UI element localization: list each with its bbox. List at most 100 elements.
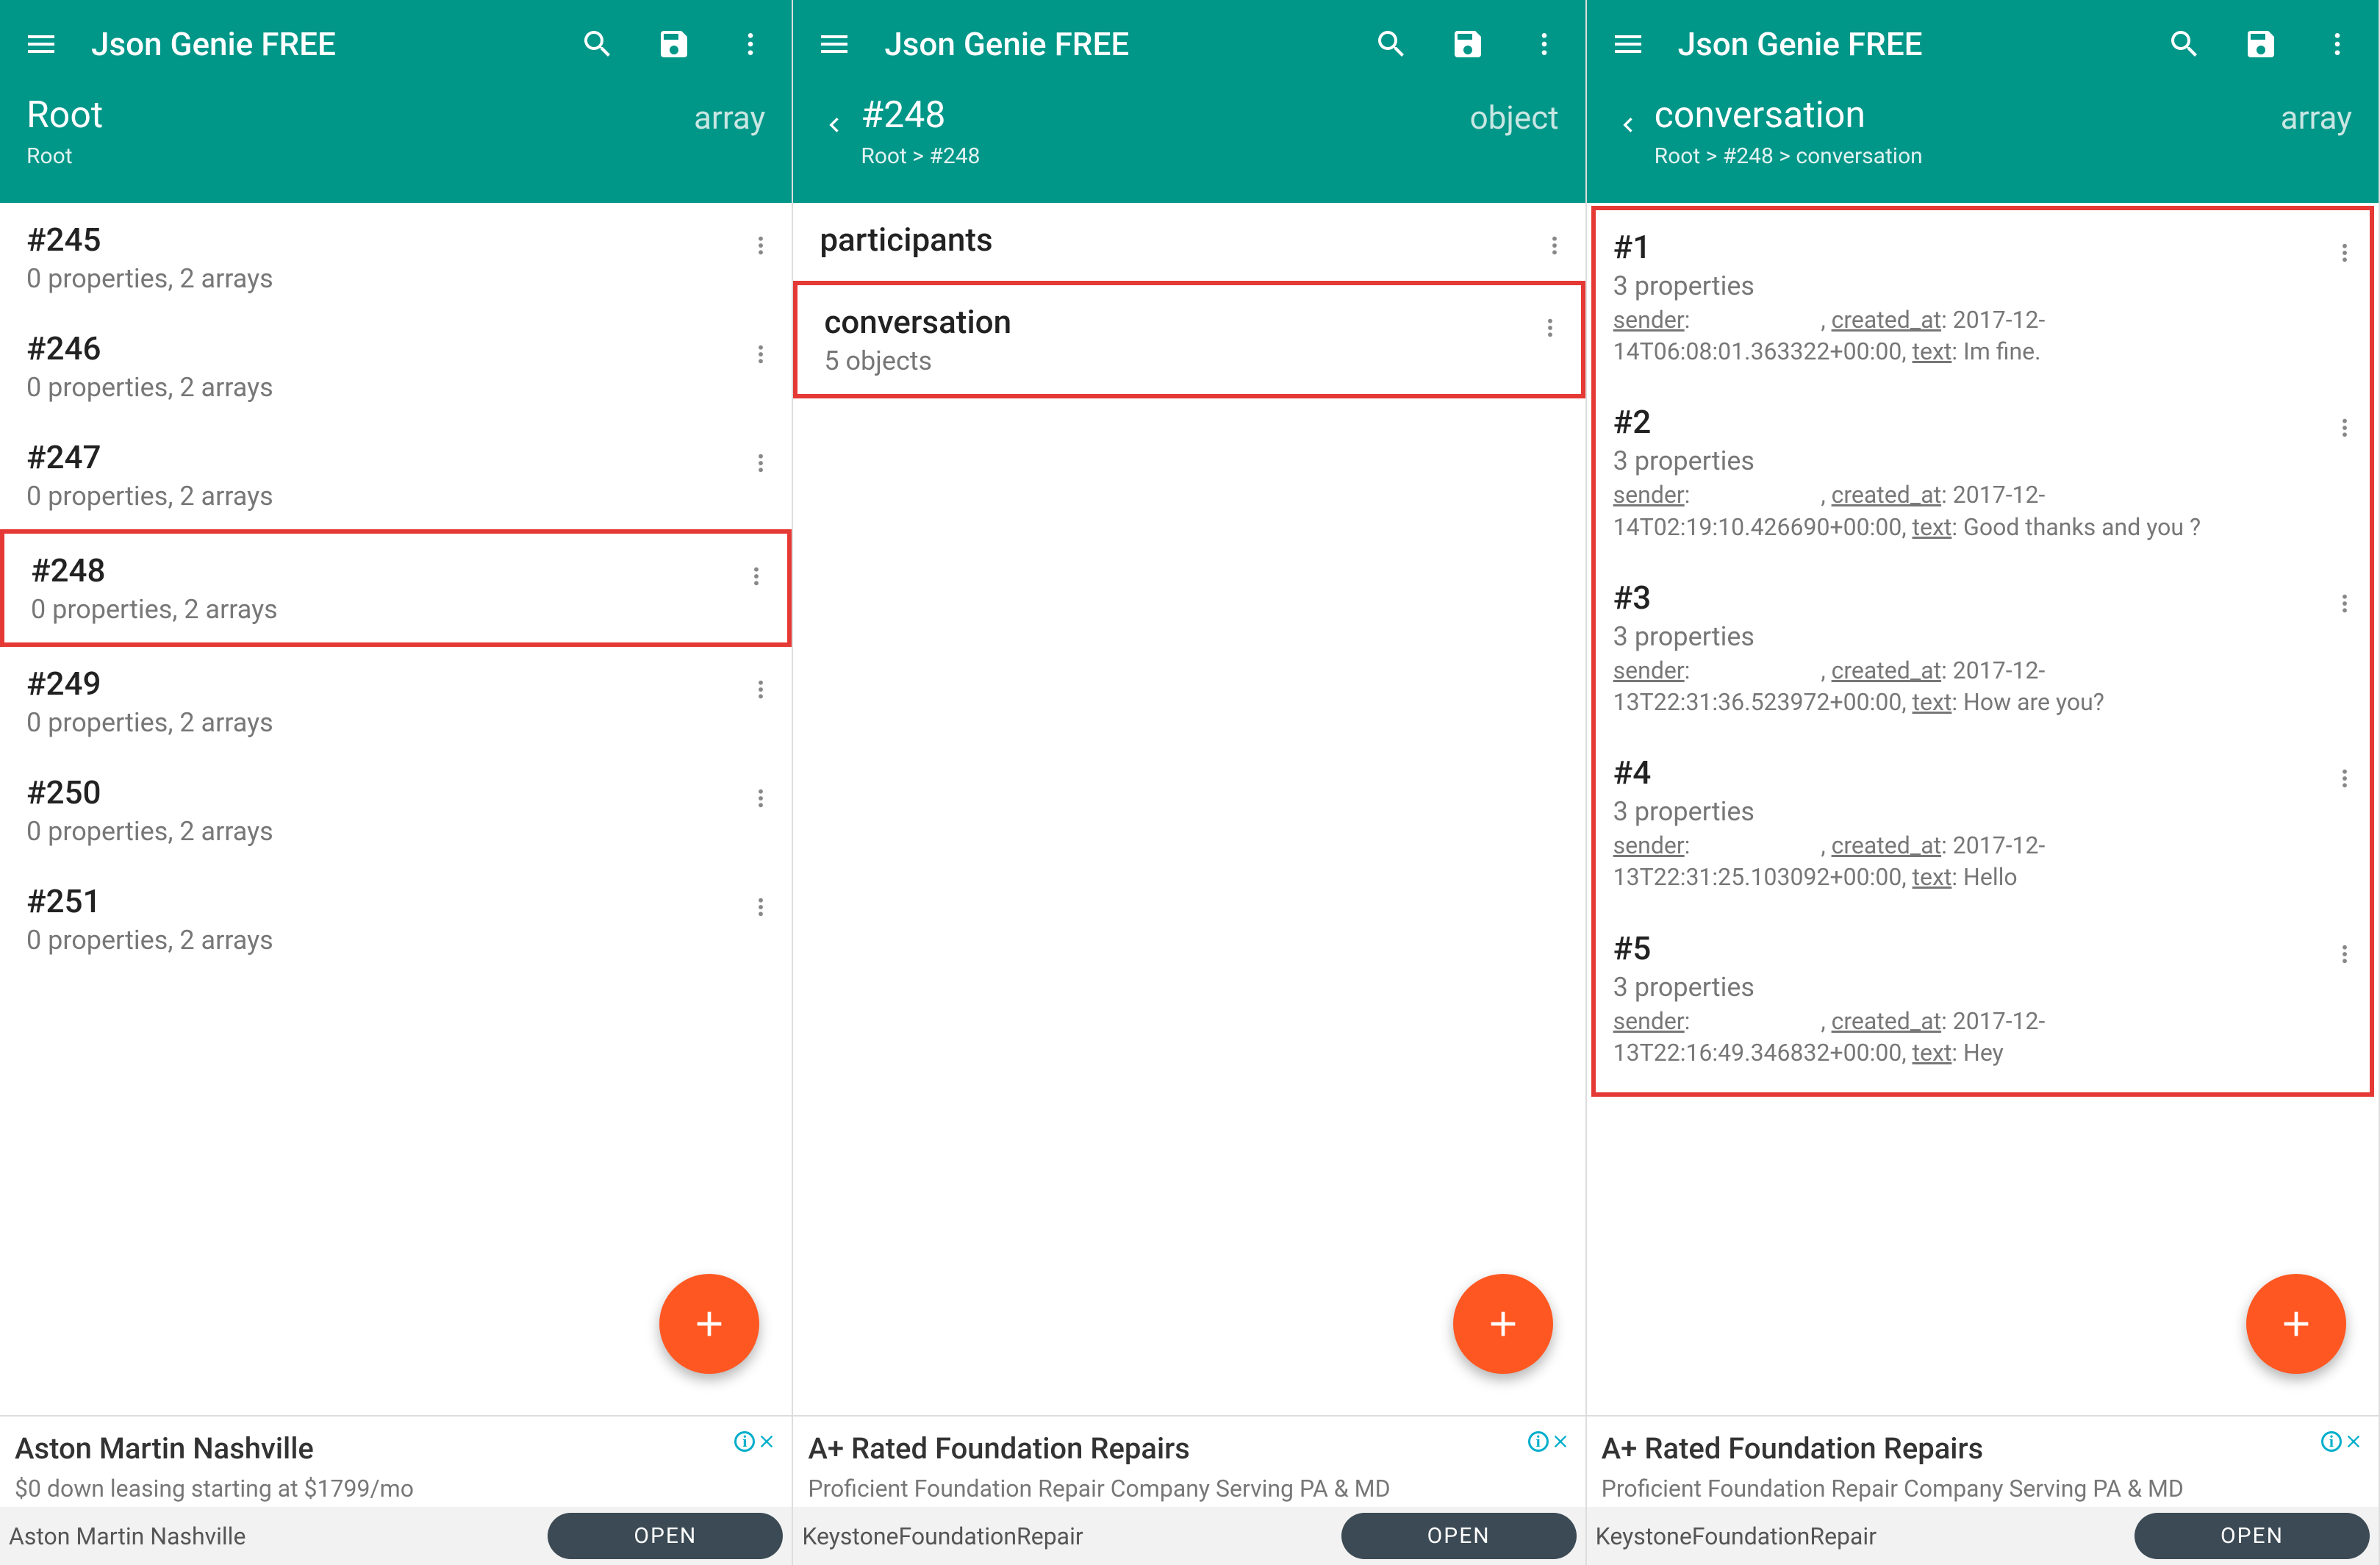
fab-add[interactable] (1453, 1274, 1553, 1374)
ad-close-icon[interactable] (756, 1431, 777, 1452)
item-overflow-icon[interactable] (745, 221, 777, 257)
item-detail: sender: , created_at: 2017-12-13T22:16:4… (1613, 1006, 2320, 1069)
app-title: Json Genie FREE (1678, 25, 2135, 63)
item-detail: sender: , created_at: 2017-12-13T22:31:3… (1613, 655, 2320, 718)
item-subtitle: 3 properties (1613, 445, 2320, 476)
type-label: array (694, 99, 765, 137)
app-bar: Json Genie FREE (0, 0, 792, 88)
item-subtitle: 0 properties, 2 arrays (26, 816, 736, 847)
ad-info-icon[interactable]: i (1528, 1431, 1549, 1452)
item-overflow-icon[interactable] (1534, 303, 1566, 340)
item-title: #5 (1613, 929, 2320, 967)
fab-add[interactable] (2246, 1274, 2346, 1374)
ad-advertiser: KeystoneFoundationRepair (1596, 1522, 2120, 1550)
item-overflow-icon[interactable] (2329, 579, 2361, 615)
list-item[interactable]: #33 propertiessender: , created_at: 2017… (1596, 561, 2370, 736)
content-list[interactable]: #13 propertiessender: , created_at: 2017… (1587, 203, 2379, 1415)
ad-advertiser: KeystoneFoundationRepair (802, 1522, 1326, 1550)
item-title: #251 (26, 882, 736, 920)
search-icon[interactable] (2164, 24, 2205, 65)
item-overflow-icon[interactable] (740, 551, 773, 588)
item-subtitle: 0 properties, 2 arrays (26, 481, 736, 512)
overflow-icon[interactable] (730, 24, 771, 65)
item-subtitle: 5 objects (824, 345, 1524, 376)
sub-header: #248 Root > #248 object (793, 88, 1585, 203)
item-subtitle: 3 properties (1613, 796, 2320, 827)
save-icon[interactable] (1447, 24, 1488, 65)
item-overflow-icon[interactable] (745, 329, 777, 366)
item-title: conversation (824, 303, 1524, 341)
item-subtitle: 0 properties, 2 arrays (26, 372, 736, 403)
list-item[interactable]: #250 0 properties, 2 arrays (0, 756, 792, 864)
menu-icon[interactable] (21, 24, 62, 65)
item-overflow-icon[interactable] (2329, 929, 2361, 966)
app-bar: Json Genie FREE (1587, 0, 2379, 88)
item-overflow-icon[interactable] (1538, 221, 1571, 257)
ad-close-icon[interactable] (1550, 1431, 1571, 1452)
ad-headline[interactable]: A+ Rated Foundation Repairs (1602, 1431, 2321, 1466)
item-overflow-icon[interactable] (2329, 403, 2361, 440)
overflow-icon[interactable] (2317, 24, 2358, 65)
list: #13 propertiessender: , created_at: 2017… (1596, 210, 2370, 1086)
app-bar: Json Genie FREE (793, 0, 1585, 88)
menu-icon[interactable] (814, 24, 855, 65)
list-item[interactable]: #13 propertiessender: , created_at: 2017… (1596, 210, 2370, 385)
list-item[interactable]: #53 propertiessender: , created_at: 2017… (1596, 912, 2370, 1086)
item-title: #250 (26, 773, 736, 812)
item-overflow-icon[interactable] (2329, 228, 2361, 265)
pane-root: Json Genie FREE Root Root array #2450 pr… (0, 0, 793, 1565)
content-list[interactable]: participants conversation 5 objects (793, 203, 1585, 1415)
ad-banner: A+ Rated Foundation Repairs Proficient F… (793, 1415, 1585, 1565)
ad-banner: Aston Martin Nashville $0 down leasing s… (0, 1415, 792, 1565)
ad-open-button[interactable]: OPEN (2135, 1513, 2370, 1559)
item-title: #2 (1613, 403, 2320, 441)
save-icon[interactable] (2240, 24, 2282, 65)
content-list[interactable]: #2450 properties, 2 arrays#2460 properti… (0, 203, 792, 1415)
item-overflow-icon[interactable] (745, 882, 777, 919)
ad-info-icon[interactable]: i (2321, 1431, 2342, 1452)
search-icon[interactable] (1371, 24, 1412, 65)
item-overflow-icon[interactable] (745, 438, 777, 475)
save-icon[interactable] (653, 24, 695, 65)
item-overflow-icon[interactable] (2329, 753, 2361, 790)
node-title: conversation (1655, 96, 2269, 136)
item-title: #247 (26, 438, 736, 476)
search-icon[interactable] (577, 24, 618, 65)
item-overflow-icon[interactable] (745, 773, 777, 810)
ad-headline[interactable]: A+ Rated Foundation Repairs (808, 1431, 1527, 1466)
breadcrumb: Root (26, 143, 682, 169)
list-item[interactable]: #2510 properties, 2 arrays (0, 864, 792, 973)
back-icon[interactable] (820, 100, 849, 150)
menu-icon[interactable] (1607, 24, 1649, 65)
ad-open-button[interactable]: OPEN (1341, 1513, 1577, 1559)
ad-info-icon[interactable]: i (734, 1431, 755, 1452)
back-icon[interactable] (1613, 100, 1643, 150)
ad-tagline: Proficient Foundation Repair Company Ser… (808, 1475, 1527, 1503)
item-title: #4 (1613, 753, 2320, 792)
list-item[interactable]: #23 propertiessender: , created_at: 2017… (1596, 385, 2370, 560)
fab-add[interactable] (659, 1274, 759, 1374)
list-item[interactable]: #2450 properties, 2 arrays (0, 203, 792, 312)
ad-close-icon[interactable] (2343, 1431, 2364, 1452)
list-item[interactable]: #2480 properties, 2 arrays (0, 529, 792, 647)
list-item[interactable]: #43 propertiessender: , created_at: 2017… (1596, 736, 2370, 911)
node-title: #248 (861, 96, 1458, 136)
item-title: #3 (1613, 579, 2320, 617)
ad-headline[interactable]: Aston Martin Nashville (15, 1431, 734, 1466)
list: #2450 properties, 2 arrays#2460 properti… (0, 203, 792, 973)
ad-advertiser: Aston Martin Nashville (9, 1522, 533, 1550)
list-item[interactable]: conversation 5 objects (793, 281, 1585, 398)
ad-open-button[interactable]: OPEN (548, 1513, 783, 1559)
list-item[interactable]: #247 0 properties, 2 arrays (0, 420, 792, 529)
breadcrumb: Root > #248 > conversation (1655, 143, 2269, 169)
list-item[interactable]: #2460 properties, 2 arrays (0, 312, 792, 420)
item-subtitle: 0 properties, 2 arrays (31, 594, 731, 625)
list: participants conversation 5 objects (793, 203, 1585, 398)
list-item[interactable]: participants (793, 203, 1585, 281)
item-title: #249 (26, 665, 736, 703)
item-overflow-icon[interactable] (745, 665, 777, 701)
pane-conversation: Json Genie FREE conversation Root > #248… (1587, 0, 2380, 1565)
overflow-icon[interactable] (1524, 24, 1565, 65)
list-item[interactable]: #2490 properties, 2 arrays (0, 647, 792, 756)
item-subtitle: 3 properties (1613, 271, 2320, 301)
